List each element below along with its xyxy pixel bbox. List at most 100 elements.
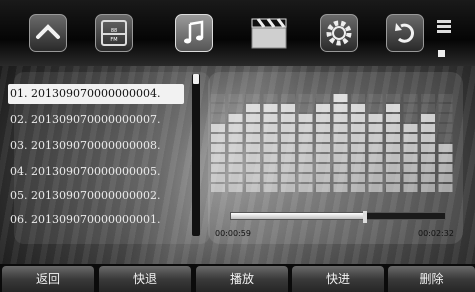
home-icon bbox=[35, 20, 61, 46]
spectrum-segment-lit bbox=[246, 124, 260, 132]
radio-button[interactable]: 88 FM bbox=[95, 14, 133, 52]
spectrum-segment-lit bbox=[263, 144, 278, 152]
spectrum-segment-lit bbox=[246, 144, 260, 152]
spectrum-band bbox=[316, 94, 330, 192]
spectrum-segment-lit bbox=[316, 104, 330, 112]
spectrum-segment-lit bbox=[368, 114, 383, 122]
video-button[interactable] bbox=[250, 14, 288, 52]
spectrum-segment-lit bbox=[263, 184, 278, 192]
spectrum-segment-lit bbox=[263, 164, 278, 172]
delete-button[interactable]: 删除 bbox=[388, 266, 475, 292]
settings-button[interactable] bbox=[320, 14, 358, 52]
spectrum-segment-lit bbox=[438, 184, 453, 192]
spectrum-segment bbox=[386, 94, 400, 102]
spectrum-band bbox=[351, 94, 365, 192]
spectrum-segment-lit bbox=[246, 164, 260, 172]
spectrum-segment-lit bbox=[403, 184, 418, 192]
spectrum-segment-lit bbox=[333, 104, 348, 112]
spectrum-segment bbox=[228, 94, 243, 102]
file-list-item[interactable]: 05. 201309070000000002. bbox=[8, 186, 184, 206]
spectrum-segment-lit bbox=[298, 124, 313, 132]
spectrum-segment bbox=[438, 94, 453, 102]
spectrum-band bbox=[246, 94, 260, 192]
file-list-item[interactable]: 06. 201309070000000001. bbox=[8, 210, 184, 230]
status-indicator-icon bbox=[438, 50, 445, 57]
spectrum-segment-lit bbox=[386, 184, 400, 192]
spectrum-segment-lit bbox=[368, 154, 383, 162]
spectrum-segment-lit bbox=[228, 184, 243, 192]
spectrum-segment-lit bbox=[386, 154, 400, 162]
radio-fm-icon: 88 FM bbox=[101, 20, 127, 46]
spectrum-segment-lit bbox=[438, 174, 453, 182]
spectrum-segment-lit bbox=[403, 134, 418, 142]
progress-knob[interactable] bbox=[362, 211, 367, 223]
spectrum-band bbox=[281, 94, 295, 192]
spectrum-segment-lit bbox=[368, 174, 383, 182]
back-button[interactable] bbox=[386, 14, 424, 52]
file-list-item[interactable]: 03. 201309070000000008. bbox=[8, 136, 184, 156]
spectrum-segment-lit bbox=[263, 174, 278, 182]
spectrum-segment-lit bbox=[333, 134, 348, 142]
spectrum-segment-lit bbox=[333, 124, 348, 132]
spectrum-segment bbox=[228, 104, 243, 112]
home-button[interactable] bbox=[29, 14, 67, 52]
spectrum-segment-lit bbox=[351, 134, 365, 142]
rewind-button[interactable]: 快退 bbox=[99, 266, 191, 292]
spectrum-segment-lit bbox=[298, 184, 313, 192]
spectrum-segment bbox=[438, 124, 453, 132]
play-button[interactable]: 播放 bbox=[196, 266, 288, 292]
spectrum-segment-lit bbox=[281, 104, 295, 112]
spectrum-segment-lit bbox=[403, 154, 418, 162]
spectrum-segment-lit bbox=[386, 124, 400, 132]
spectrum-segment-lit bbox=[421, 144, 435, 152]
spectrum-segment-lit bbox=[298, 144, 313, 152]
music-button[interactable] bbox=[175, 14, 213, 52]
spectrum-segment-lit bbox=[228, 124, 243, 132]
progress-bar[interactable] bbox=[230, 211, 446, 223]
spectrum-segment-lit bbox=[316, 144, 330, 152]
spectrum-segment bbox=[351, 94, 365, 102]
scrollbar-thumb[interactable] bbox=[193, 74, 199, 84]
spectrum-segment bbox=[368, 94, 383, 102]
spectrum-band bbox=[228, 94, 243, 192]
return-button[interactable]: 返回 bbox=[2, 266, 94, 292]
spectrum-segment-lit bbox=[368, 184, 383, 192]
back-arrow-icon bbox=[392, 20, 418, 46]
spectrum-segment-lit bbox=[403, 124, 418, 132]
spectrum-band bbox=[438, 94, 453, 192]
file-list-item[interactable]: 01. 201309070000000004. bbox=[8, 84, 184, 104]
media-player-screen: 88 FM 01. 201309070000000004. 02. 201309… bbox=[0, 0, 475, 292]
progress-fill bbox=[231, 213, 365, 219]
spectrum-segment-lit bbox=[351, 124, 365, 132]
spectrum-segment-lit bbox=[211, 144, 225, 152]
fast-forward-button[interactable]: 快进 bbox=[292, 266, 384, 292]
spectrum-segment-lit bbox=[316, 154, 330, 162]
file-list-item[interactable]: 02. 201309070000000007. bbox=[8, 110, 184, 130]
spectrum-segment-lit bbox=[211, 124, 225, 132]
spectrum-segment-lit bbox=[281, 144, 295, 152]
spectrum-segment-lit bbox=[246, 174, 260, 182]
spectrum-segment-lit bbox=[281, 184, 295, 192]
spectrum-segment-lit bbox=[281, 174, 295, 182]
file-list-item[interactable]: 04. 201309070000000005. bbox=[8, 162, 184, 182]
spectrum-band bbox=[403, 94, 418, 192]
spectrum-segment bbox=[246, 94, 260, 102]
spectrum-segment bbox=[403, 104, 418, 112]
spectrum-segment-lit bbox=[246, 104, 260, 112]
total-time: 00:02:32 bbox=[418, 229, 454, 238]
spectrum-segment-lit bbox=[298, 154, 313, 162]
spectrum-segment-lit bbox=[281, 124, 295, 132]
spectrum-segment-lit bbox=[403, 164, 418, 172]
spectrum-segment bbox=[421, 94, 435, 102]
spectrum-band bbox=[421, 94, 435, 192]
spectrum-segment-lit bbox=[386, 104, 400, 112]
spectrum-segment-lit bbox=[351, 144, 365, 152]
spectrum-segment-lit bbox=[298, 164, 313, 172]
spectrum-segment-lit bbox=[263, 114, 278, 122]
spectrum-segment-lit bbox=[438, 164, 453, 172]
file-list-scrollbar[interactable] bbox=[192, 74, 200, 236]
spectrum-segment-lit bbox=[421, 184, 435, 192]
spectrum-segment-lit bbox=[351, 174, 365, 182]
spectrum-band bbox=[368, 94, 383, 192]
spectrum-segment-lit bbox=[333, 174, 348, 182]
